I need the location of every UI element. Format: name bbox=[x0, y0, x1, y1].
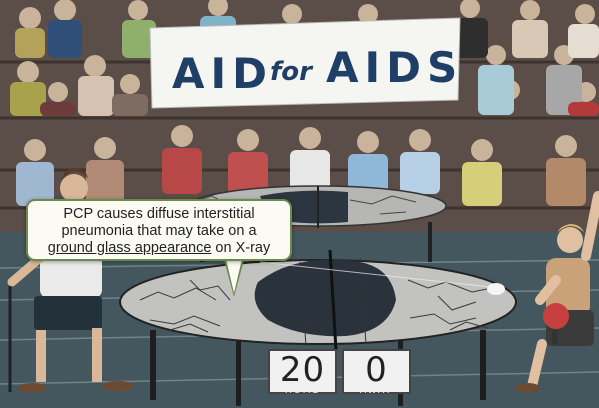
callout-underlined-term: ground glass appearance bbox=[47, 240, 212, 256]
pcp-fact-callout: PCP causes diffuse interstitial pneumoni… bbox=[26, 199, 292, 261]
home-score: 20 bbox=[279, 350, 326, 390]
home-label: HOME bbox=[284, 386, 321, 396]
banner-word-aids: AIDS bbox=[326, 43, 463, 92]
callout-line-3-rest: on X-ray bbox=[211, 240, 271, 256]
banner-word-aid: AID bbox=[172, 49, 273, 98]
aid-for-aids-banner: AID for AIDS bbox=[149, 17, 463, 109]
away-label: AWAY bbox=[359, 386, 394, 396]
red-paddle bbox=[543, 303, 569, 329]
ping-pong-ball bbox=[487, 283, 505, 295]
away-score: 0 bbox=[365, 350, 388, 390]
ping-pong-arena-scene: AID for AIDS PCP causes diffuse intersti… bbox=[0, 0, 599, 408]
callout-line-3: ground glass appearance on X-ray bbox=[28, 240, 290, 257]
callout-line-2: pneumonia that may take on a bbox=[61, 223, 257, 239]
callout-line-1: PCP causes diffuse interstitial bbox=[63, 206, 255, 222]
banner-word-for: for bbox=[270, 57, 314, 87]
callout-tail bbox=[226, 259, 242, 293]
